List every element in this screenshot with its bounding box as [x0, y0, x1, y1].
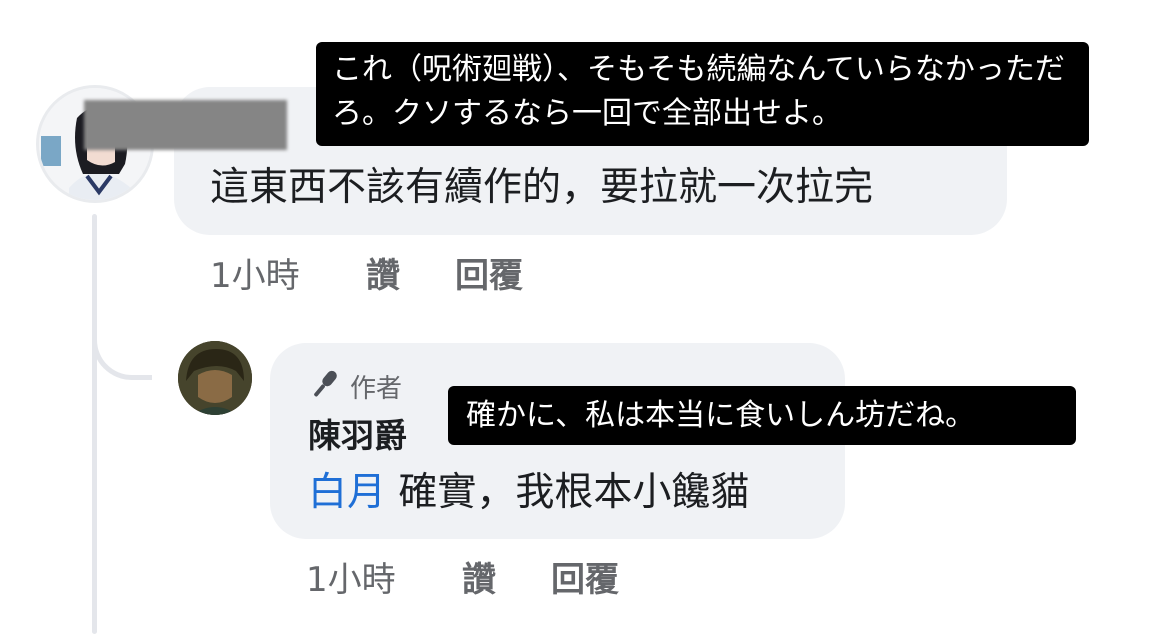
translation-overlay-1: これ（呪術廻戦）、そもそも続編なんていらなかっただろ。クソするなら一回で全部出せ…: [316, 42, 1089, 146]
microphone-icon: [308, 367, 342, 405]
translation-overlay-2: 確かに、私は本当に食いしん坊だね。: [448, 386, 1076, 445]
comment-timestamp: 1小時: [210, 256, 300, 296]
reply-avatar[interactable]: [178, 341, 252, 415]
reply-author-name[interactable]: 陳羽爵: [308, 414, 407, 458]
reply-like-button[interactable]: 讚: [462, 560, 496, 600]
comment-reply-button[interactable]: 回覆: [455, 256, 523, 296]
comment-text: 這東西不該有續作的，要拉就一次拉完: [210, 165, 874, 210]
author-badge-label: 作者: [350, 373, 403, 404]
reply-reply-button[interactable]: 回覆: [551, 560, 619, 600]
author-badge: 作者: [308, 366, 402, 406]
reply-timestamp: 1小時: [306, 560, 396, 600]
comment-like-button[interactable]: 讚: [366, 256, 400, 296]
reply-text: 白月 確實，我根本小饞貓: [308, 467, 749, 519]
redacted-username: [84, 100, 287, 150]
thread-connector: [92, 300, 152, 380]
thread-line: [92, 214, 97, 634]
mention-link[interactable]: 白月: [308, 470, 386, 515]
reply-body: 確實，我根本小饞貓: [398, 470, 750, 515]
